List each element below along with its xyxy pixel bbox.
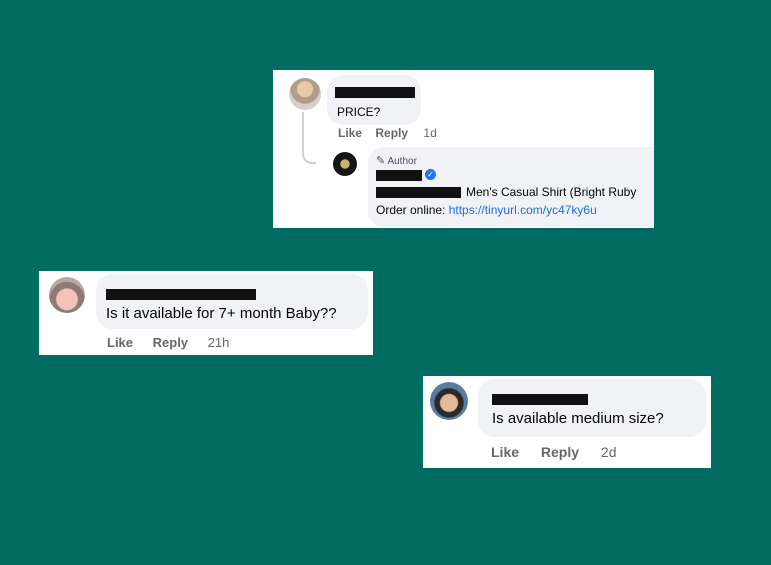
avatar[interactable] — [49, 277, 85, 313]
redacted-text — [376, 187, 461, 198]
thread-line — [302, 112, 316, 164]
comment-timestamp[interactable]: 1d — [423, 126, 436, 140]
like-button[interactable]: Like — [338, 126, 362, 140]
comment-actions: Like Reply 2d — [491, 444, 617, 460]
comment-text: Is available medium size? — [492, 410, 664, 427]
comment-text: Is it available for 7+ month Baby?? — [106, 305, 337, 322]
avatar[interactable] — [430, 382, 468, 420]
comment-timestamp[interactable]: 2d — [601, 444, 617, 460]
redacted-username — [335, 87, 415, 98]
reply-text-line2: Order online: https://tinyurl.com/yc47ky… — [376, 203, 597, 217]
order-online-label: Order online: — [376, 203, 449, 217]
author-badge: ✎ Author — [376, 154, 417, 167]
page-avatar[interactable] — [333, 152, 357, 176]
pencil-icon: ✎ — [376, 155, 386, 167]
verified-badge-icon: ✓ — [425, 169, 436, 180]
reply-button[interactable]: Reply — [375, 126, 408, 140]
comment-actions: Like Reply 1d — [338, 126, 437, 140]
comment-bubble: PRICE? — [327, 75, 421, 125]
reply-bubble: ✎ Author ✓ Men's Casual Shirt (Bright Ru… — [368, 147, 654, 227]
comment-bubble: Is it available for 7+ month Baby?? — [96, 274, 368, 329]
comment-bubble: Is available medium size? — [478, 379, 706, 437]
redacted-username — [492, 394, 588, 405]
reply-text-line1: Men's Casual Shirt (Bright Ruby — [466, 185, 637, 199]
reply-button[interactable]: Reply — [153, 335, 188, 350]
comment-text: PRICE? — [337, 105, 381, 119]
comment-actions: Like Reply 21h — [107, 335, 229, 350]
comment-card-baby: Is it available for 7+ month Baby?? Like… — [39, 271, 373, 355]
comment-card-price: PRICE? Like Reply 1d ✎ Author ✓ Men's Ca… — [273, 70, 654, 228]
redacted-username — [106, 289, 256, 300]
shortlink[interactable]: https://tinyurl.com/yc47ky6u — [449, 203, 597, 217]
like-button[interactable]: Like — [107, 335, 133, 350]
author-label: Author — [387, 156, 417, 167]
reply-button[interactable]: Reply — [541, 444, 579, 460]
comment-card-medium: Is available medium size? Like Reply 2d — [423, 376, 711, 468]
avatar[interactable] — [289, 78, 321, 110]
redacted-page-name — [376, 170, 422, 181]
like-button[interactable]: Like — [491, 444, 519, 460]
comment-timestamp[interactable]: 21h — [208, 335, 230, 350]
